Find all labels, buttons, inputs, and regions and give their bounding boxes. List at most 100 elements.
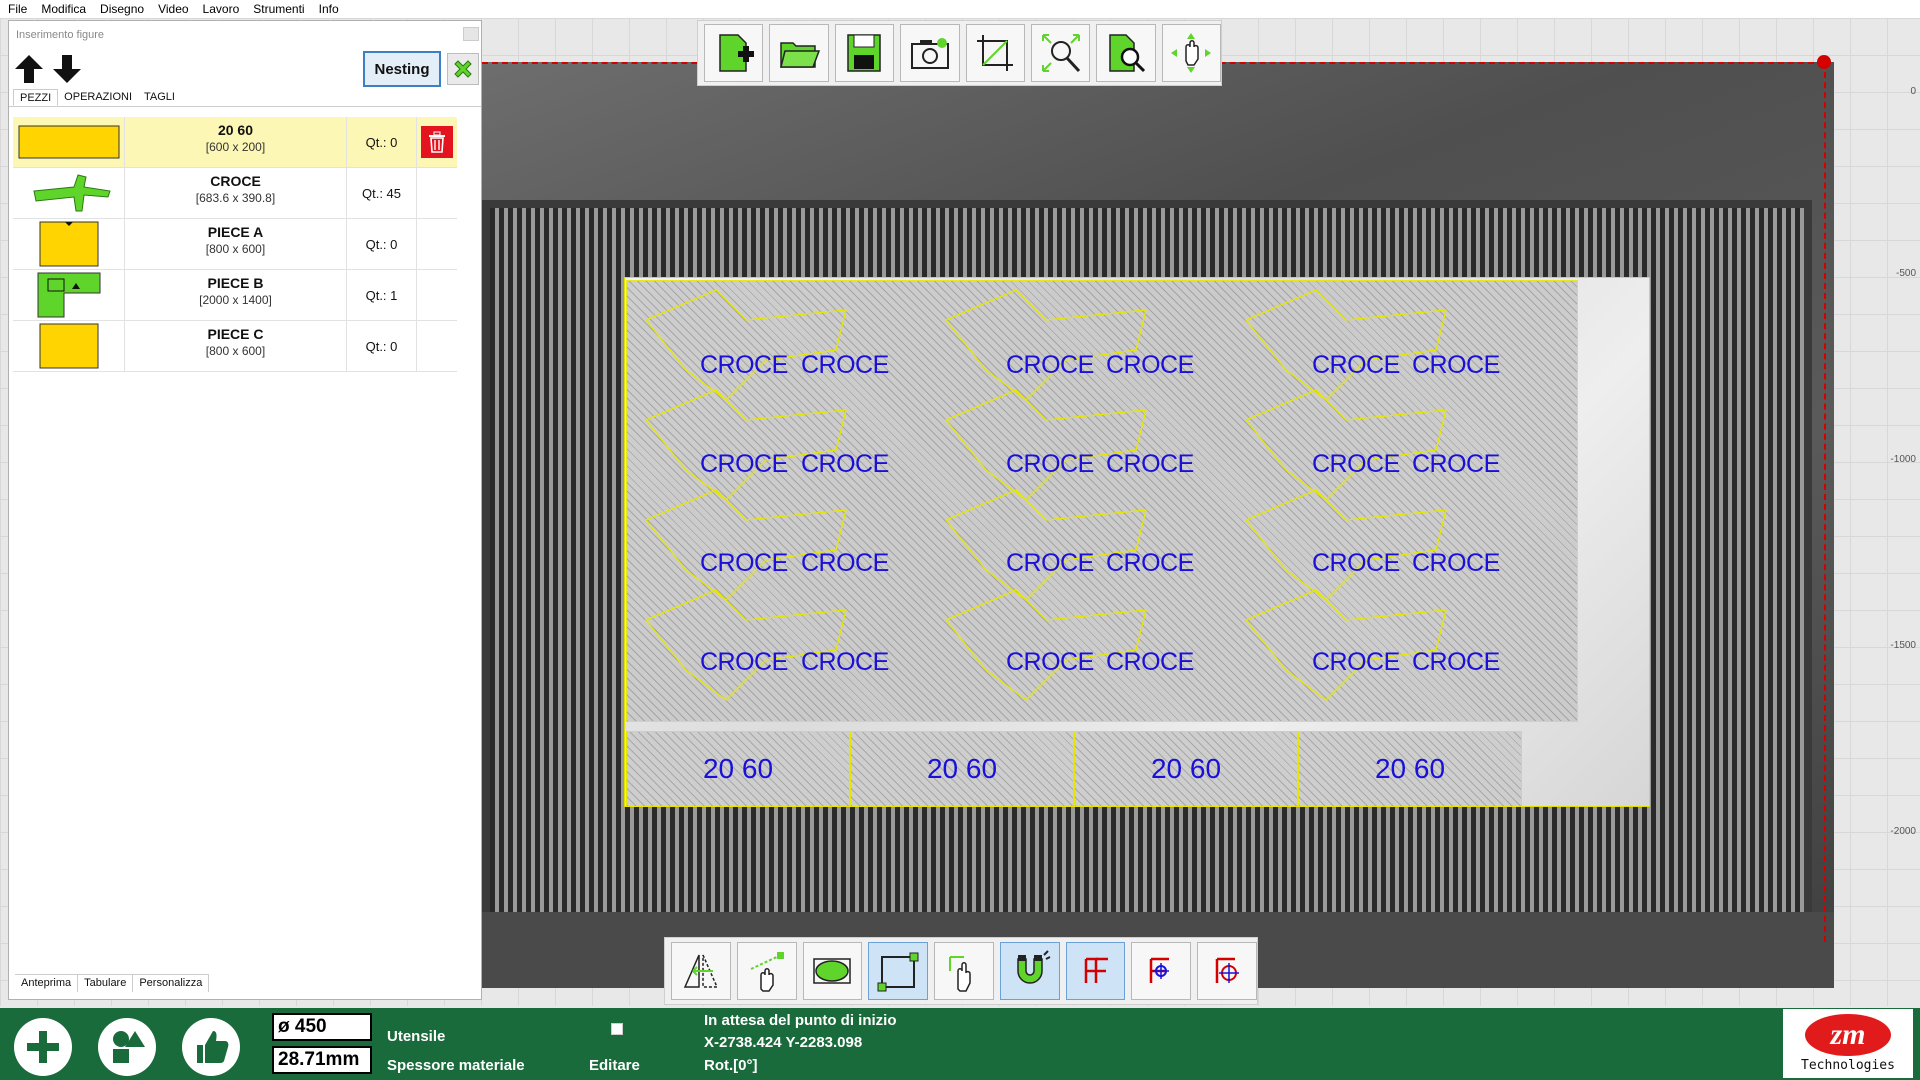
- piece-row[interactable]: 20 60 [600 x 200] Qt.: 0: [13, 117, 457, 168]
- piece-quantity[interactable]: Qt.: 0: [347, 219, 417, 269]
- thickness-label: Spessore materiale: [387, 1057, 525, 1074]
- piece-row[interactable]: PIECE A [800 x 600] Qt.: 0: [13, 219, 457, 270]
- piece-name: PIECE B: [207, 275, 264, 291]
- move-up-button[interactable]: [11, 51, 47, 87]
- top-toolbar: [697, 20, 1222, 86]
- zoom-search-button[interactable]: [1096, 24, 1156, 82]
- menu-info[interactable]: Info: [312, 2, 346, 16]
- crop-area-button[interactable]: [965, 24, 1025, 82]
- croce-label: CROCE: [801, 549, 889, 577]
- croce-label: CROCE: [1106, 450, 1194, 478]
- nested-rect-piece[interactable]: 20 60: [850, 731, 1074, 807]
- zoom-search-icon: [1109, 34, 1145, 73]
- material-thickness-field[interactable]: 28.71mm: [272, 1046, 372, 1074]
- rect-piece-label: 20 60: [702, 753, 774, 784]
- tab-tabulare[interactable]: Tabulare: [78, 975, 134, 992]
- tool-diameter-field[interactable]: ø 450: [272, 1013, 372, 1041]
- machine-origin-marker[interactable]: [1817, 55, 1831, 69]
- ellipse-tool-button[interactable]: [802, 942, 863, 1000]
- touch-select-icon: [949, 956, 971, 992]
- mirror-button[interactable]: [671, 942, 731, 1000]
- croce-label: CROCE: [1106, 549, 1194, 577]
- piece-info: PIECE A [800 x 600]: [125, 219, 347, 269]
- piece-row[interactable]: PIECE B [2000 x 1400] Qt.: 1: [13, 270, 457, 321]
- camera-capture-button[interactable]: [900, 24, 960, 82]
- piece-row[interactable]: PIECE C [800 x 600] Qt.: 0: [13, 321, 457, 372]
- croce-label: CROCE: [1006, 450, 1094, 478]
- ruler-tick: -1000: [1890, 454, 1916, 465]
- tab-operazioni[interactable]: OPERAZIONI: [58, 89, 138, 106]
- menu-video[interactable]: Video: [151, 2, 195, 16]
- piece-name: 20 60: [217, 122, 254, 138]
- croce-label: CROCE: [1312, 549, 1400, 577]
- close-x-icon: [454, 60, 472, 78]
- menu-disegno[interactable]: Disegno: [93, 2, 151, 16]
- zoom-fit-button[interactable]: [1030, 24, 1091, 82]
- origin-target-button[interactable]: [1197, 942, 1258, 1000]
- delete-piece-button[interactable]: [421, 126, 453, 158]
- ruler-tick: -500: [1895, 268, 1916, 279]
- trash-icon: [429, 131, 445, 153]
- croce-label: CROCE: [1006, 351, 1094, 379]
- nested-rect-piece[interactable]: 20 60: [1298, 731, 1522, 807]
- insert-figures-panel: Inserimento figure Nesting PEZZI OPERAZI…: [8, 20, 482, 1000]
- croce-label: CROCE: [1412, 450, 1500, 478]
- tab-personalizza[interactable]: Personalizza: [133, 975, 210, 992]
- croce-label: CROCE: [801, 648, 889, 676]
- work-area-limit-right: [1824, 62, 1826, 942]
- menu-modifica[interactable]: Modifica: [34, 2, 93, 16]
- croce-label: CROCE: [1006, 648, 1094, 676]
- tab-pezzi[interactable]: PEZZI: [13, 89, 59, 106]
- croce-label: CROCE: [1106, 648, 1194, 676]
- arrow-up-icon: [15, 55, 43, 83]
- nested-rect-piece[interactable]: 20 60: [626, 731, 850, 807]
- piece-action: [417, 168, 457, 218]
- croce-label: CROCE: [700, 450, 788, 478]
- move-button[interactable]: [736, 942, 797, 1000]
- piece-action: [417, 270, 457, 320]
- tool-label: Utensile: [387, 1028, 446, 1045]
- nesting-button[interactable]: Nesting: [363, 51, 441, 87]
- arrow-down-icon: [53, 55, 81, 83]
- piece-quantity[interactable]: Qt.: 1: [347, 270, 417, 320]
- origin-center-button[interactable]: [1131, 942, 1192, 1000]
- open-file-button[interactable]: [769, 24, 829, 82]
- confirm-button[interactable]: [182, 1018, 240, 1076]
- shapes-button[interactable]: [98, 1018, 156, 1076]
- nesting-cancel-button[interactable]: [447, 53, 479, 85]
- camera-icon: [910, 38, 949, 69]
- save-button[interactable]: [834, 24, 895, 82]
- piece-info: PIECE B [2000 x 1400]: [125, 270, 347, 320]
- tab-anteprima[interactable]: Anteprima: [15, 975, 79, 992]
- tab-tagli[interactable]: TAGLI: [138, 89, 181, 106]
- magnet-snap-button[interactable]: [999, 942, 1060, 1000]
- menu-lavoro[interactable]: Lavoro: [196, 2, 247, 16]
- croce-label: CROCE: [801, 351, 889, 379]
- piece-row[interactable]: CROCE [683.6 x 390.8] Qt.: 45: [13, 168, 457, 219]
- edit-checkbox[interactable]: [611, 1023, 623, 1035]
- piece-thumbnail: [13, 219, 125, 269]
- touch-select-button[interactable]: [934, 942, 994, 1000]
- nested-rect-piece[interactable]: 20 60: [1074, 731, 1298, 807]
- piece-thumbnail: [13, 117, 125, 167]
- new-piece-button[interactable]: [704, 24, 764, 82]
- pan-button[interactable]: [1161, 24, 1221, 82]
- magnet-icon: [1017, 950, 1051, 984]
- rectangle-select-icon: [877, 952, 919, 992]
- edit-label: Editare: [589, 1057, 640, 1074]
- rectangle-select-button[interactable]: [868, 942, 929, 1000]
- panel-close-button[interactable]: [463, 27, 479, 41]
- piece-quantity[interactable]: Qt.: 0: [347, 321, 417, 371]
- piece-dimensions: [800 x 600]: [205, 344, 266, 358]
- menu-strumenti[interactable]: Strumenti: [246, 2, 311, 16]
- menu-file[interactable]: File: [0, 2, 34, 16]
- origin-f-button[interactable]: [1065, 942, 1126, 1000]
- move-down-button[interactable]: [49, 51, 85, 87]
- croce-label: CROCE: [1312, 351, 1400, 379]
- croce-label: CROCE: [801, 450, 889, 478]
- croce-label: CROCE: [1412, 549, 1500, 577]
- piece-action: [417, 321, 457, 371]
- piece-quantity[interactable]: Qt.: 45: [347, 168, 417, 218]
- add-button[interactable]: [14, 1018, 72, 1076]
- piece-quantity[interactable]: Qt.: 0: [347, 117, 417, 167]
